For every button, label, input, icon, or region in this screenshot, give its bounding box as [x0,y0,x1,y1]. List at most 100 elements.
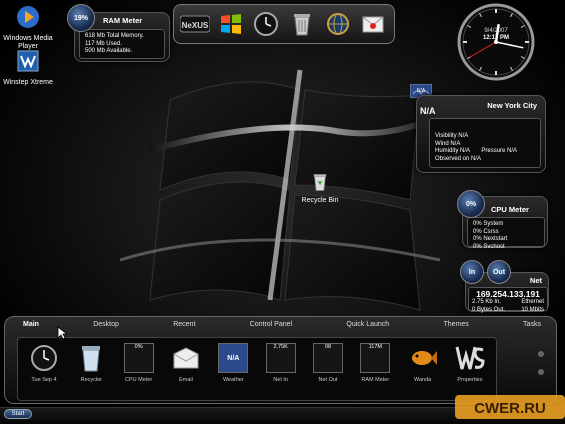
email-button[interactable] [358,9,388,39]
cpu-meter-orb: 0% [457,190,485,218]
ram-meter-orb: 19% [67,4,95,32]
mail-icon [362,16,384,33]
dock-item-net-out[interactable]: 08 Net Out [308,342,348,396]
cpu-graph-icon: 0% [123,343,154,373]
ram-meter-title: RAM Meter [103,16,143,25]
net-out-amount: 0 Bytes Out. [472,306,506,313]
tab-quick-launch[interactable]: Quick Launch [340,321,395,333]
dock-item-label: Email [179,377,193,383]
weather-wind: Wind N/A [435,140,461,147]
dock-item-email[interactable]: Email [166,342,206,396]
dock-item-clock[interactable]: Tue Sep 4 [24,342,64,396]
dock-item-net-in[interactable]: 2.75K Net In [261,342,301,396]
net-row-in: 2.75 Kb In. Ethernet [472,299,544,307]
ram-graph-icon: 117M [360,343,391,373]
watermark-text: CWER.RU [474,400,546,417]
clock-button[interactable] [252,9,282,39]
dock-item-wanda[interactable]: Wanda [403,342,443,396]
cpu-csrss: 0% Csrss [473,228,499,235]
weather-humidity-row: Humidity N/A Pressure N/A [435,148,535,156]
cpu-meter-title: CPU Meter [491,205,529,214]
net-in-graph-icon: 2.75K [265,343,296,373]
desktop-icon-windows-media-player[interactable]: Windows Media Player [0,4,56,51]
net-out-graph-icon: 08 [312,343,343,373]
recycle-bin-button[interactable] [287,9,317,39]
nexus-logo-button[interactable]: NeXUS [180,9,210,39]
desktop-icon-label: Winstep Xtreme [3,79,53,86]
recycle-bin-icon [82,346,101,372]
desktop-icon-label: Recycle Bin [301,197,339,204]
tab-themes[interactable]: Themes [437,321,474,333]
windows-logo-icon [220,14,241,34]
dock-item-recycler[interactable]: Recycler [71,342,111,396]
nexus-launch-bar: NeXUS [173,4,395,44]
net-adapter: Ethernet [521,299,544,305]
winstep-dock: Main Desktop Recent Control Panel Quick … [4,316,557,404]
windows-button[interactable] [216,9,246,39]
weather-visibility: Visibility N/A [435,133,469,139]
dock-item-label: Wanda [414,377,432,383]
svg-text:NeXUS: NeXUS [182,21,209,30]
net-out-orb: Out [487,260,511,284]
ram-total: 618 Mb Total Memory. [85,33,144,39]
net-in-orb: In [460,260,484,284]
ram-meter-details: 618 Mb Total Memory. 117 Mb Used. 500 Mb… [79,29,165,59]
dock-item-label: Recycler [80,377,103,383]
dock-item-label: Weather [222,377,244,383]
dock-item-weather[interactable]: N/A Weather [213,342,253,396]
net-ip: 169.254.133.191 [476,289,540,299]
tab-desktop[interactable]: Desktop [87,321,125,333]
analog-clock-gadget[interactable]: 9/4/2007 12:17 PM [456,2,536,82]
mouse-cursor-icon [57,326,67,340]
clock-icon [254,12,279,36]
dock-item-label: Properties [457,377,483,383]
media-player-icon [17,6,39,28]
tab-main[interactable]: Main [17,321,45,333]
dock-item-row: Tue Sep 4 Recycler 0% CPU Meter Email N/… [17,337,497,401]
weather-details: Visibility N/A Wind N/A Humidity N/A Pre… [429,118,541,168]
net-speed: 10 Mbits [521,306,544,313]
envelope-icon [173,347,199,369]
weather-icon: N/A [218,343,249,373]
dock-item-label: RAM Meter [361,377,390,383]
weather-humidity: Humidity N/A [435,148,470,154]
cpu-nextstart: 0% Nextstart [473,236,508,242]
watermark-logo: CWER.RU [455,395,565,419]
start-button[interactable]: Start [4,409,32,419]
internet-button[interactable] [323,9,353,39]
net-meter-title: Net [529,276,542,285]
desktop-icon-recycle-bin[interactable]: Recycle Bin [292,172,348,205]
weather-pressure: Pressure N/A [481,148,518,154]
net-row-out: 0 Bytes Out. 10 Mbits [472,307,544,315]
weather-observed: Observed on N/A [435,155,482,162]
dock-tab-strip: Main Desktop Recent Control Panel Quick … [17,321,547,333]
winstep-logo-icon [455,346,485,370]
dock-scroll-down-button[interactable] [538,369,544,375]
tab-control-panel[interactable]: Control Panel [244,321,298,333]
nexus-logo-icon: NeXUS [180,15,210,33]
cpu-meter-details: 0% System 0% Csrss 0% Nextstart 0% Svcho… [467,217,545,250]
dock-item-label: CPU Meter [125,377,153,383]
dock-item-cpu-meter[interactable]: 0% CPU Meter [119,342,159,396]
weather-gadget[interactable]: N/A New York City Visibility N/A Wind N/… [416,95,546,173]
tab-recent[interactable]: Recent [167,321,201,333]
dock-item-label: Tue Sep 4 [31,377,57,383]
tab-tasks[interactable]: Tasks [517,321,547,333]
recycle-bin-icon [313,174,327,191]
cpu-system: 0% System [473,221,504,227]
ram-available: 500 Mb Available. [85,48,133,54]
trash-icon [293,14,310,36]
globe-icon [326,13,349,35]
weather-icon-text: N/A [416,88,426,94]
fish-icon [411,351,437,365]
net-in-amount: 2.75 Kb In. [472,299,502,305]
dock-scroll-up-button[interactable] [538,351,544,357]
net-meter-details: 169.254.133.191 2.75 Kb In. Ethernet 0 B… [468,287,548,313]
cpu-svchost: 0% Svchost [473,243,505,250]
dock-item-properties[interactable]: Properties [450,342,490,396]
dock-item-ram-meter[interactable]: 117M RAM Meter [355,342,395,396]
winstep-icon [17,50,39,72]
desktop-icon-winstep-xtreme[interactable]: Winstep Xtreme [0,48,56,87]
ram-used: 117 Mb Used. [85,40,122,47]
weather-city: New York City [487,101,537,110]
